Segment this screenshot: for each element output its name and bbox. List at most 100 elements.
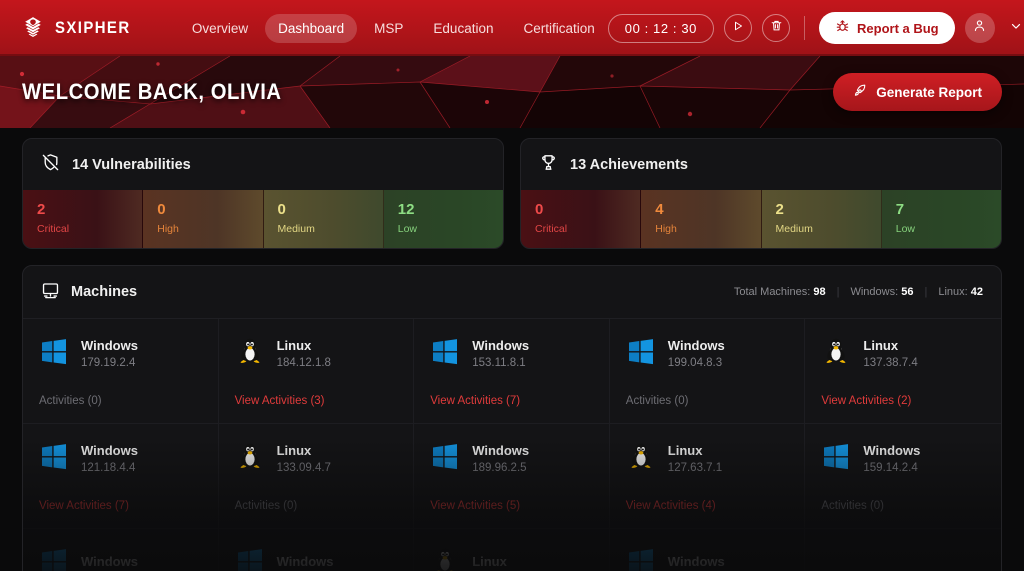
vuln-low-label: Low bbox=[397, 222, 418, 235]
machine-header: Linux 127.63.7.1 bbox=[626, 441, 789, 476]
machine-os-name: Windows bbox=[81, 337, 138, 353]
achv-severity-medium[interactable]: 2 Medium bbox=[761, 190, 882, 248]
shield-off-icon bbox=[41, 153, 60, 176]
nav-link-certification[interactable]: Certification bbox=[510, 14, 607, 43]
windows-logo-icon bbox=[626, 546, 656, 571]
achv-medium-count: 2 bbox=[775, 201, 784, 218]
machine-cell[interactable]: Linux bbox=[414, 528, 610, 571]
machine-activities-link[interactable]: View Activities (5) bbox=[430, 500, 593, 528]
nav-link-overview[interactable]: Overview bbox=[179, 14, 261, 43]
nav-links: Overview Dashboard MSP Education Certifi… bbox=[179, 13, 608, 43]
chevron-down-icon bbox=[1009, 20, 1023, 37]
machine-activities-link[interactable]: View Activities (7) bbox=[430, 395, 593, 423]
report-bug-button[interactable]: Report a Bug bbox=[819, 12, 955, 44]
machine-ip: 127.63.7.1 bbox=[667, 461, 723, 474]
windows-logo-icon bbox=[235, 546, 265, 571]
machine-info: Linux 133.09.4.7 bbox=[277, 443, 331, 474]
linux-machines-value: 42 bbox=[970, 286, 983, 299]
machine-os-name: Windows bbox=[81, 553, 138, 569]
machine-ip: 184.12.1.8 bbox=[276, 356, 331, 369]
nav-link-msp[interactable]: MSP bbox=[361, 14, 416, 43]
machine-header: Linux 137.38.7.4 bbox=[821, 336, 985, 371]
vulnerabilities-card: 14 Vulnerabilities 2 Critical 0 High 0 M… bbox=[22, 138, 504, 249]
linux-tux-icon bbox=[821, 336, 851, 371]
vuln-severity-critical[interactable]: 2 Critical bbox=[23, 190, 144, 248]
total-machines-stat: Total Machines: 98 bbox=[734, 286, 826, 298]
avatar[interactable] bbox=[964, 13, 995, 43]
vuln-critical-label: Critical bbox=[37, 222, 70, 235]
machine-activities-link[interactable]: View Activities (4) bbox=[626, 500, 789, 528]
vuln-low-count: 12 bbox=[397, 201, 415, 218]
vuln-medium-label: Medium bbox=[277, 222, 315, 235]
machines-grid-body: Windows 179.19.2.4 Activities (0) Linux 184.… bbox=[23, 318, 1001, 571]
achv-severity-high[interactable]: 4 High bbox=[641, 190, 762, 248]
machine-cell[interactable]: Windows bbox=[610, 528, 806, 571]
machine-cell[interactable]: Windows 159.14.2.4 Activities (0) bbox=[805, 424, 1001, 529]
achievements-severity-row: 0 Critical 4 High 2 Medium 7 Low bbox=[521, 190, 1001, 248]
top-navigation-bar: SXIPHER Overview Dashboard MSP Education… bbox=[0, 0, 1024, 56]
machine-ip: 121.18.4.4 bbox=[81, 461, 136, 474]
machine-cell[interactable]: Linux 184.12.1.8 View Activities (3) bbox=[218, 318, 415, 424]
machine-info: Windows 179.19.2.4 bbox=[81, 338, 138, 369]
machine-cell[interactable] bbox=[805, 529, 1001, 571]
machine-os-name: Linux bbox=[472, 553, 507, 569]
linux-machines-stat: Linux: 42 bbox=[938, 286, 983, 298]
machine-activities-link[interactable]: View Activities (2) bbox=[821, 395, 985, 423]
machine-info: Windows bbox=[668, 554, 725, 571]
machine-activities-link: Activities (0) bbox=[821, 499, 885, 512]
machine-cell[interactable]: Windows 121.18.4.4 View Activities (7) bbox=[23, 423, 219, 529]
machine-header: Windows bbox=[626, 546, 789, 571]
machine-activities-link[interactable]: View Activities (3) bbox=[235, 395, 398, 423]
machine-os-name: Linux bbox=[863, 337, 899, 353]
machine-cell[interactable]: Windows bbox=[23, 528, 219, 571]
nav-link-dashboard[interactable]: Dashboard bbox=[265, 13, 358, 43]
machine-cell[interactable]: Windows 189.96.2.5 View Activities (5) bbox=[414, 423, 610, 529]
vuln-severity-high[interactable]: 0 High bbox=[143, 190, 264, 248]
linux-machines-label: Linux: bbox=[938, 286, 968, 299]
nav-right-group: 00 : 12 : 30 Report a Bug bbox=[607, 12, 1024, 44]
brand-name: SXIPHER bbox=[55, 18, 131, 37]
delete-button[interactable] bbox=[762, 14, 791, 42]
machine-cell[interactable]: Windows 199.04.8.3 Activities (0) bbox=[609, 318, 806, 424]
windows-machines-stat: Windows: 56 bbox=[850, 286, 913, 298]
machine-header: Windows 121.18.4.4 bbox=[39, 441, 202, 476]
windows-logo-icon bbox=[821, 441, 851, 476]
vuln-critical-count: 2 bbox=[37, 201, 46, 218]
achv-severity-critical[interactable]: 0 Critical bbox=[521, 190, 642, 248]
windows-logo-icon bbox=[626, 336, 656, 371]
linux-tux-icon bbox=[235, 336, 265, 371]
vulnerabilities-title: 14 Vulnerabilities bbox=[72, 156, 191, 173]
machine-cell[interactable]: Linux 133.09.4.7 Activities (0) bbox=[218, 423, 415, 529]
machine-info: Windows 199.04.8.3 bbox=[668, 338, 725, 369]
achv-severity-low[interactable]: 7 Low bbox=[881, 190, 1001, 248]
achv-low-count: 7 bbox=[895, 201, 905, 218]
windows-logo-icon bbox=[39, 546, 69, 571]
machine-cell[interactable]: Windows 153.11.8.1 View Activities (7) bbox=[414, 318, 610, 424]
machine-activities-link[interactable]: View Activities (7) bbox=[39, 500, 202, 528]
nav-link-education[interactable]: Education bbox=[420, 14, 506, 43]
windows-logo-icon bbox=[430, 441, 460, 476]
machines-grid: Windows 179.19.2.4 Activities (0) Linux 184.… bbox=[23, 318, 1001, 571]
machine-os-name: Windows bbox=[667, 337, 725, 353]
session-timer: 00 : 12 : 30 bbox=[607, 13, 715, 43]
main-content: 14 Vulnerabilities 2 Critical 0 High 0 M… bbox=[0, 128, 1024, 571]
machine-header: Linux bbox=[430, 546, 593, 571]
vuln-severity-medium[interactable]: 0 Medium bbox=[263, 190, 384, 248]
machine-cell[interactable]: Linux 127.63.7.1 View Activities (4) bbox=[609, 423, 806, 529]
machine-ip: 133.09.4.7 bbox=[276, 461, 331, 474]
generate-report-button[interactable]: Generate Report bbox=[833, 73, 1002, 111]
machine-cell[interactable]: Linux 137.38.7.4 View Activities (2) bbox=[805, 319, 1001, 424]
play-button[interactable] bbox=[724, 14, 753, 42]
machine-ip: 153.11.8.1 bbox=[472, 356, 526, 369]
machine-info: Linux bbox=[472, 554, 507, 571]
machine-info: Linux 137.38.7.4 bbox=[863, 338, 917, 369]
total-machines-value: 98 bbox=[813, 286, 826, 299]
brand[interactable]: SXIPHER bbox=[20, 15, 141, 41]
vuln-severity-low[interactable]: 12 Low bbox=[383, 190, 503, 248]
account-menu-toggle[interactable] bbox=[1005, 19, 1024, 38]
achievements-card-header: 13 Achievements bbox=[521, 139, 1001, 190]
vuln-medium-count: 0 bbox=[277, 201, 286, 218]
trash-icon bbox=[770, 19, 783, 37]
machine-cell[interactable]: Windows 179.19.2.4 Activities (0) bbox=[23, 318, 219, 424]
machine-cell[interactable]: Windows bbox=[219, 528, 415, 571]
